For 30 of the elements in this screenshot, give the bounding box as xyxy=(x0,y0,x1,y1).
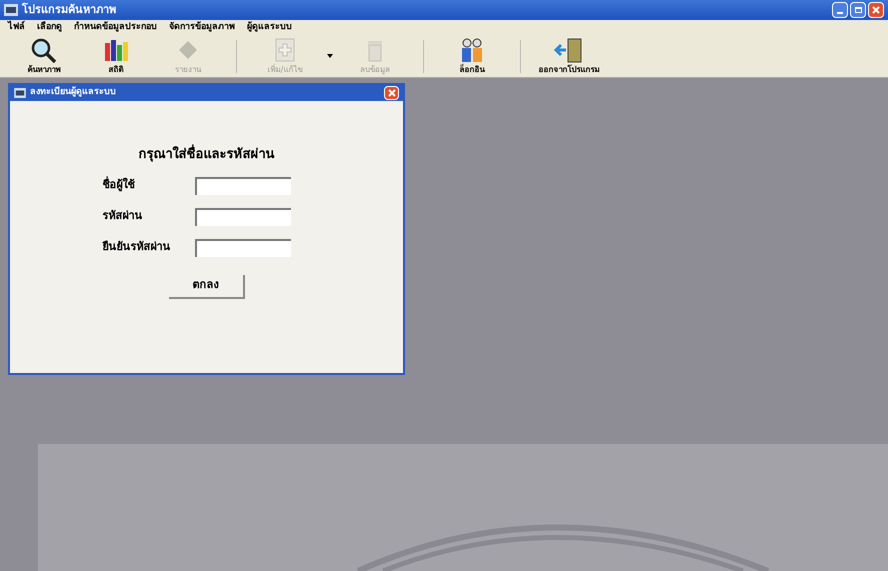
menu-item[interactable]: จัดการข้อมูลภาพ xyxy=(169,20,235,34)
menu-item[interactable]: ไฟล์ xyxy=(8,20,25,34)
toolbar-button[interactable]: สถิติ xyxy=(80,36,152,78)
field-label: รหัสผ่าน xyxy=(102,208,144,224)
menu-item[interactable]: เลือกดู xyxy=(37,20,62,34)
toolbar-button[interactable]: ค้นหาภาพ xyxy=(8,36,80,78)
app-icon xyxy=(4,4,18,16)
app-icon xyxy=(14,88,26,98)
toolbar-button[interactable]: ล็อกอิน xyxy=(436,36,508,78)
window-title: โปรแกรมค้นหาภาพ xyxy=(22,2,116,18)
magnifier-icon xyxy=(29,36,59,63)
restore-button[interactable] xyxy=(850,2,866,18)
field-label: ชื่อผู้ใช้ xyxy=(102,177,136,194)
close-button[interactable] xyxy=(868,2,884,18)
close-icon xyxy=(388,89,396,98)
toolbar-button[interactable]: ออกจากโปรแกรม xyxy=(533,36,605,78)
caret-icon xyxy=(327,54,333,58)
close-button[interactable] xyxy=(384,86,399,100)
close-icon xyxy=(872,6,880,14)
input-field[interactable] xyxy=(194,208,290,226)
minimize-button[interactable] xyxy=(832,2,848,18)
input-field[interactable] xyxy=(194,176,290,195)
input-field[interactable] xyxy=(194,238,290,257)
menu-item[interactable]: ผู้ดูแลระบบ xyxy=(247,20,292,34)
ok-button[interactable]: ตกลง xyxy=(168,274,244,299)
menu-item[interactable]: กำหนดข้อมูลประกอบ xyxy=(74,20,157,34)
exit-door-icon xyxy=(554,36,584,63)
field-label: ยืนยันรหัสผ่าน xyxy=(102,239,172,256)
dialog-heading: กรุณาใส่ชื่อและรหัสผ่าน xyxy=(138,145,274,165)
dialog-title: ลงทะเบียนผู้ดูแลระบบ xyxy=(30,86,116,100)
